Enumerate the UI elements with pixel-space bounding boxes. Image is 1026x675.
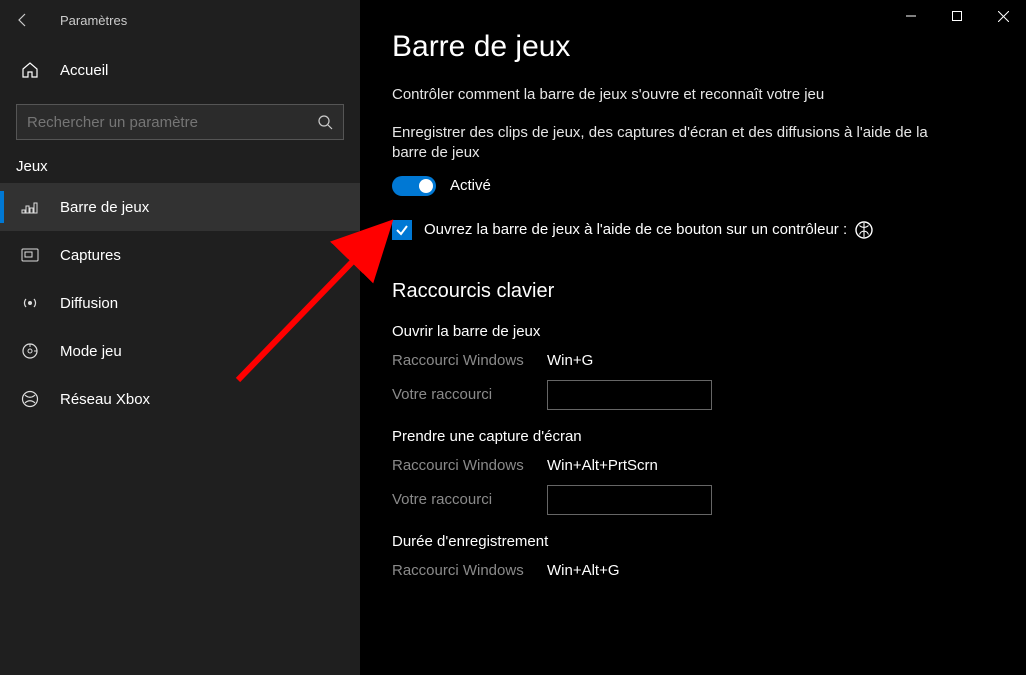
sidebar-item-broadcast[interactable]: Diffusion bbox=[0, 279, 360, 327]
close-button[interactable] bbox=[980, 0, 1026, 32]
shortcut-group-screenshot: Prendre une capture d'écran Raccourci Wi… bbox=[392, 428, 994, 515]
shortcut-windows-value: Win+Alt+PrtScrn bbox=[547, 457, 658, 474]
controller-checkbox[interactable] bbox=[392, 220, 412, 240]
shortcut-windows-value: Win+Alt+G bbox=[547, 562, 620, 579]
search-icon bbox=[317, 114, 333, 130]
shortcut-name: Prendre une capture d'écran bbox=[392, 428, 994, 445]
sidebar-item-game-bar[interactable]: Barre de jeux bbox=[0, 183, 360, 231]
sidebar-item-label: Mode jeu bbox=[60, 343, 122, 360]
gamebar-toggle[interactable] bbox=[392, 176, 436, 196]
page-description: Contrôler comment la barre de jeux s'ouv… bbox=[392, 86, 952, 103]
toggle-description: Enregistrer des clips de jeux, des captu… bbox=[392, 123, 952, 164]
shortcut-user-label: Votre raccourci bbox=[392, 386, 547, 403]
sidebar-home-label: Accueil bbox=[60, 62, 108, 79]
search-input-container[interactable] bbox=[16, 104, 344, 140]
shortcuts-section-title: Raccourcis clavier bbox=[392, 280, 994, 303]
checkbox-text: Ouvrez la barre de jeux à l'aide de ce b… bbox=[424, 221, 847, 238]
shortcut-windows-label: Raccourci Windows bbox=[392, 352, 547, 369]
broadcast-icon bbox=[18, 294, 42, 312]
sidebar-item-captures[interactable]: Captures bbox=[0, 231, 360, 279]
sidebar-item-game-mode[interactable]: Mode jeu bbox=[0, 327, 360, 375]
sidebar-home[interactable]: Accueil bbox=[0, 46, 360, 94]
sidebar-item-label: Captures bbox=[60, 247, 121, 264]
xbox-icon bbox=[855, 221, 873, 239]
window-title: Paramètres bbox=[60, 13, 127, 28]
page-title: Barre de jeux bbox=[392, 30, 994, 64]
shortcut-windows-value: Win+G bbox=[547, 352, 593, 369]
shortcut-user-label: Votre raccourci bbox=[392, 491, 547, 508]
home-icon bbox=[18, 61, 42, 79]
shortcut-group-open-gamebar: Ouvrir la barre de jeux Raccourci Window… bbox=[392, 323, 994, 410]
xbox-network-icon bbox=[18, 390, 42, 408]
shortcut-windows-label: Raccourci Windows bbox=[392, 457, 547, 474]
sidebar-item-label: Barre de jeux bbox=[60, 199, 149, 216]
shortcut-name: Ouvrir la barre de jeux bbox=[392, 323, 994, 340]
main-content: Barre de jeux Contrôler comment la barre… bbox=[360, 0, 1026, 675]
back-button[interactable] bbox=[14, 4, 46, 36]
captures-icon bbox=[18, 248, 42, 262]
game-mode-icon bbox=[18, 342, 42, 360]
shortcut-windows-label: Raccourci Windows bbox=[392, 562, 547, 579]
search-input[interactable] bbox=[27, 114, 317, 131]
minimize-button[interactable] bbox=[888, 0, 934, 32]
sidebar-item-xbox-network[interactable]: Réseau Xbox bbox=[0, 375, 360, 423]
shortcut-group-record-duration: Durée d'enregistrement Raccourci Windows… bbox=[392, 533, 994, 586]
shortcut-user-input[interactable] bbox=[547, 485, 712, 515]
sidebar: Paramètres Accueil Jeux Barre de jeux Ca… bbox=[0, 0, 360, 675]
maximize-button[interactable] bbox=[934, 0, 980, 32]
sidebar-item-label: Diffusion bbox=[60, 295, 118, 312]
titlebar: Paramètres bbox=[0, 0, 360, 40]
sidebar-category-label: Jeux bbox=[0, 140, 360, 183]
shortcut-user-input[interactable] bbox=[547, 380, 712, 410]
shortcut-name: Durée d'enregistrement bbox=[392, 533, 994, 550]
game-bar-icon bbox=[18, 200, 42, 214]
toggle-state-label: Activé bbox=[450, 177, 491, 194]
sidebar-item-label: Réseau Xbox bbox=[60, 391, 150, 408]
controller-checkbox-label: Ouvrez la barre de jeux à l'aide de ce b… bbox=[424, 221, 873, 239]
